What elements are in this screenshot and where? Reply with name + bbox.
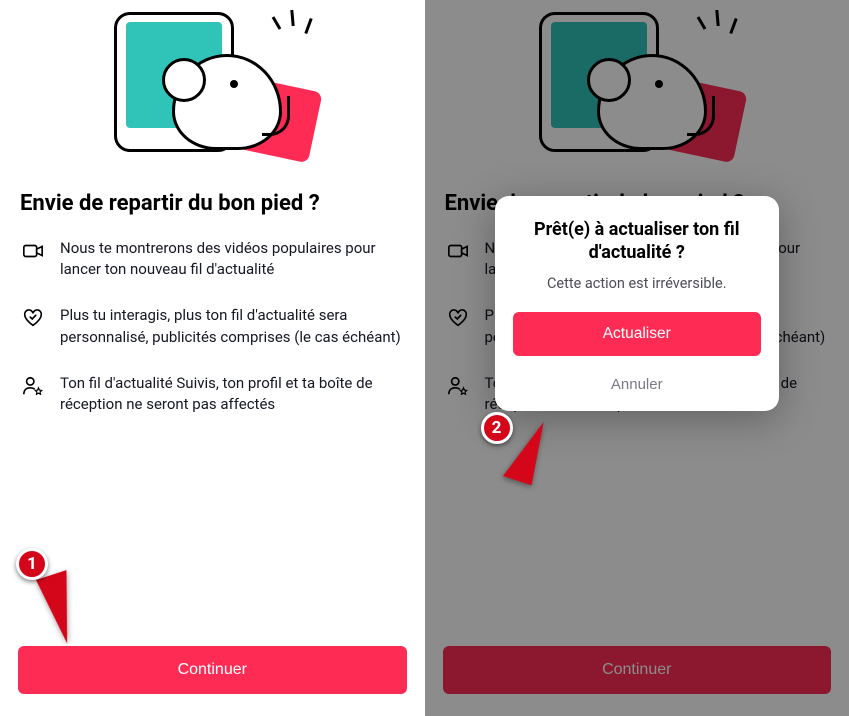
spark-icon	[305, 18, 313, 34]
bullet-text: Plus tu interagis, plus ton fil d'actual…	[60, 305, 403, 349]
heart-check-icon	[22, 307, 44, 329]
bullet-item: Plus tu interagis, plus ton fil d'actual…	[22, 305, 403, 349]
video-icon	[22, 240, 44, 262]
bullet-item: Ton fil d'actualité Suivis, ton profil e…	[22, 373, 403, 417]
modal-subtitle: Cette action est irréversible.	[513, 275, 761, 292]
step-marker-1: 1	[16, 548, 48, 580]
bullet-text: Nous te montrerons des vidéos populaires…	[60, 238, 403, 282]
bullet-text: Ton fil d'actualité Suivis, ton profil e…	[60, 373, 403, 417]
continue-button[interactable]: Continuer	[18, 646, 407, 694]
step-marker-2: 2	[481, 412, 513, 444]
annotation-arrow-icon	[36, 570, 88, 646]
cancel-button[interactable]: Annuler	[513, 370, 761, 397]
screen-step-2: Envie de repartir du bon pied ? Nous te …	[425, 0, 849, 716]
illustration	[18, 0, 407, 184]
bullet-item: Nous te montrerons des vidéos populaires…	[22, 238, 403, 282]
modal-title: Prêt(e) à actualiser ton fil d'actualité…	[513, 218, 761, 265]
spark-icon	[272, 16, 282, 30]
person-star-icon	[22, 375, 44, 397]
screen-step-1: Envie de repartir du bon pied ? Nous te …	[0, 0, 425, 716]
bullet-list: Nous te montrerons des vidéos populaires…	[18, 238, 407, 417]
spark-icon	[291, 10, 295, 26]
page-heading: Envie de repartir du bon pied ?	[20, 190, 405, 218]
elephant-ear-icon	[162, 58, 206, 102]
confirm-modal: Prêt(e) à actualiser ton fil d'actualité…	[495, 196, 779, 411]
refresh-button[interactable]: Actualiser	[513, 312, 761, 356]
